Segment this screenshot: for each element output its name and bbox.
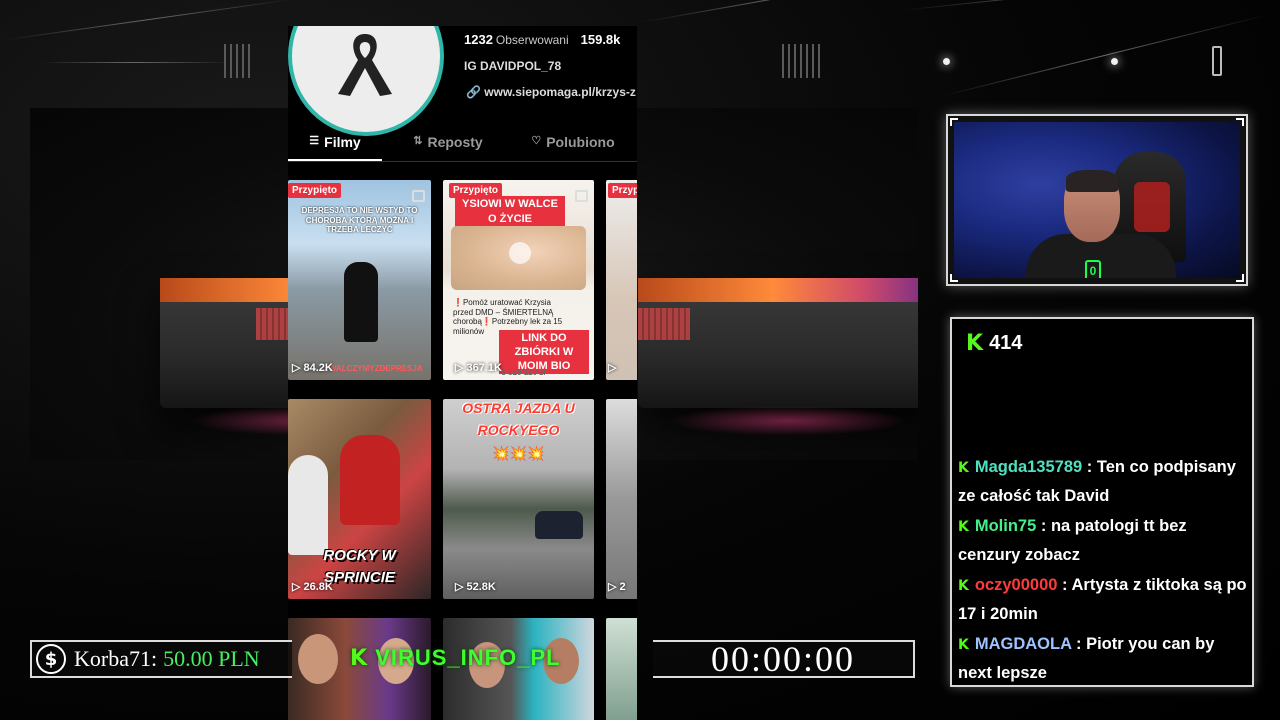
chat-panel: K 414 K Magda135789 : Ten co podpisany ze… [950, 317, 1254, 687]
pinned-badge: Przypięto [288, 183, 342, 198]
background-light [943, 58, 950, 65]
video-thumbnail[interactable] [606, 618, 637, 720]
grid-icon: ☰ [309, 135, 320, 147]
chat-message: K Magda135789 : Ten co podpisany ze całoś… [958, 453, 1252, 510]
video-thumbnail[interactable]: OSTRA JAZDA U ROCKYEGO 💥💥💥 ▷ 52.8K [443, 399, 594, 599]
view-count: ▷ 26.8K [292, 581, 333, 593]
background-marker [1212, 46, 1222, 76]
video-headline: YSIOWI W WALCE O ŻYCIE [455, 196, 565, 228]
background-light [1111, 58, 1118, 65]
chat-messages: K Magda135789 : Ten co podpisany ze całoś… [958, 453, 1252, 689]
tab-label: Polubiono [546, 134, 615, 150]
kick-badge-icon: K [958, 460, 969, 476]
heart-lock-icon: ♡ [531, 135, 542, 147]
video-thumbnail[interactable]: ▷ 2 [606, 399, 637, 599]
video-thumbnail[interactable]: Przypięto DEPRESJA TO NIE WSTYD TO CHORO… [288, 180, 431, 380]
person-face [298, 634, 338, 684]
background-bars [224, 44, 250, 78]
profile-link[interactable]: 🔗 www.siepomaga.pl/krzys-z [466, 85, 636, 99]
donation-amount: 50.00 PLN [163, 646, 260, 671]
kick-badge-icon: K [958, 519, 969, 535]
webcam-feed: 0 [954, 122, 1240, 278]
following-count: 1232 [464, 32, 493, 47]
view-count: ▷ [608, 362, 617, 374]
tab-polubiono[interactable]: ♡ Polubiono [514, 122, 632, 161]
background-bars [782, 44, 820, 78]
view-count: ▷ 52.8K [455, 581, 496, 593]
video-hashtag: #WALCZYMYZDEPRESJA [324, 364, 423, 374]
link-icon: 🔗 [466, 85, 481, 99]
mourning-ribbon-icon [338, 34, 392, 96]
person-figure [288, 455, 328, 555]
latest-donation-bar: $ Korba71: 50.00 PLN [30, 640, 292, 678]
tiktok-profile-view: 1232 Obserwowani 159.8k IG DAVIDPOL_78 🔗 w… [288, 26, 637, 720]
stream-timer: 00:00:00 [653, 639, 915, 679]
profile-link-text: www.siepomaga.pl/krzys-z [484, 85, 636, 99]
chat-username[interactable]: oczy00000 [975, 576, 1058, 594]
background-streak [40, 62, 230, 63]
tab-label: Reposty [427, 134, 483, 150]
video-thumbnail[interactable]: Przypięto YSIOWI W WALCE O ŻYCIE ❗Pomóż … [443, 180, 594, 380]
viewer-count: 414 [989, 332, 1023, 354]
view-count: ▷ 367.1K [455, 362, 502, 374]
video-thumbnail[interactable]: ROCKY W SPRINCIE ▷ 26.8K [288, 399, 431, 599]
person-figure [340, 435, 400, 525]
profile-tabs: ☰ Filmy ⇅ Reposty ♡ Polubiono [288, 122, 637, 162]
profile-stats: 1232 Obserwowani 159.8k [464, 32, 620, 47]
profile-bio-handle: IG DAVIDPOL_78 [464, 59, 562, 73]
kick-logo-icon: K [350, 646, 369, 671]
laptop-right [638, 278, 918, 436]
car-shape [535, 511, 583, 539]
streamer-hair [1066, 170, 1118, 192]
kick-channel-tag: K VIRUS_INFO_PL [350, 645, 561, 671]
microphone-icon: 0 [1085, 260, 1101, 278]
tab-filmy[interactable]: ☰ Filmy [288, 122, 382, 161]
viewer-counter: K 414 [966, 331, 1022, 356]
kick-badge-icon: K [958, 637, 969, 653]
pinned-badge: Przypięto [608, 183, 637, 198]
chat-username[interactable]: Molin75 [975, 517, 1036, 535]
chat-message: K Molin75 : na patologi tt bez cenzury zo… [958, 512, 1252, 569]
chair-accent [1134, 182, 1170, 232]
webcam-frame: 0 [946, 114, 1248, 286]
view-count: ▷ 84.2K [292, 362, 333, 374]
tab-label: Filmy [324, 134, 361, 150]
channel-name: VIRUS_INFO_PL [375, 645, 561, 670]
profile-avatar[interactable] [288, 26, 444, 136]
person-figure [344, 262, 378, 342]
tab-reposty[interactable]: ⇅ Reposty [382, 122, 514, 161]
expand-icon [575, 190, 588, 202]
video-thumbnail[interactable]: Przypięto ▷ [606, 180, 637, 380]
chat-message: K MAGDAOLA : Piotr you can by next lepsze [958, 630, 1252, 687]
following-label: Obserwowani [495, 33, 569, 47]
explosion-emoji: 💥💥💥 [492, 445, 545, 461]
video-caption: DEPRESJA TO NIE WSTYD TO CHOROBA KTÓRĄ M… [301, 206, 418, 235]
donor-name: Korba71: [74, 646, 158, 671]
kick-logo-icon: K [966, 331, 984, 356]
expand-icon [412, 190, 425, 202]
chat-username[interactable]: Magda135789 [975, 458, 1082, 476]
play-icon [509, 242, 531, 264]
kick-badge-icon: K [958, 578, 969, 594]
view-count: ▷ 2 [608, 581, 626, 593]
repost-icon: ⇅ [413, 135, 423, 147]
chat-username[interactable]: MAGDAOLA [975, 635, 1072, 653]
video-overlay-text: OSTRA JAZDA U ROCKYEGO [462, 400, 575, 438]
chat-message: Koczy00000 : Artysta z tiktoka są po 17 … [958, 571, 1252, 628]
followers-count: 159.8k [580, 32, 621, 47]
dollar-circle-icon: $ [36, 644, 66, 674]
